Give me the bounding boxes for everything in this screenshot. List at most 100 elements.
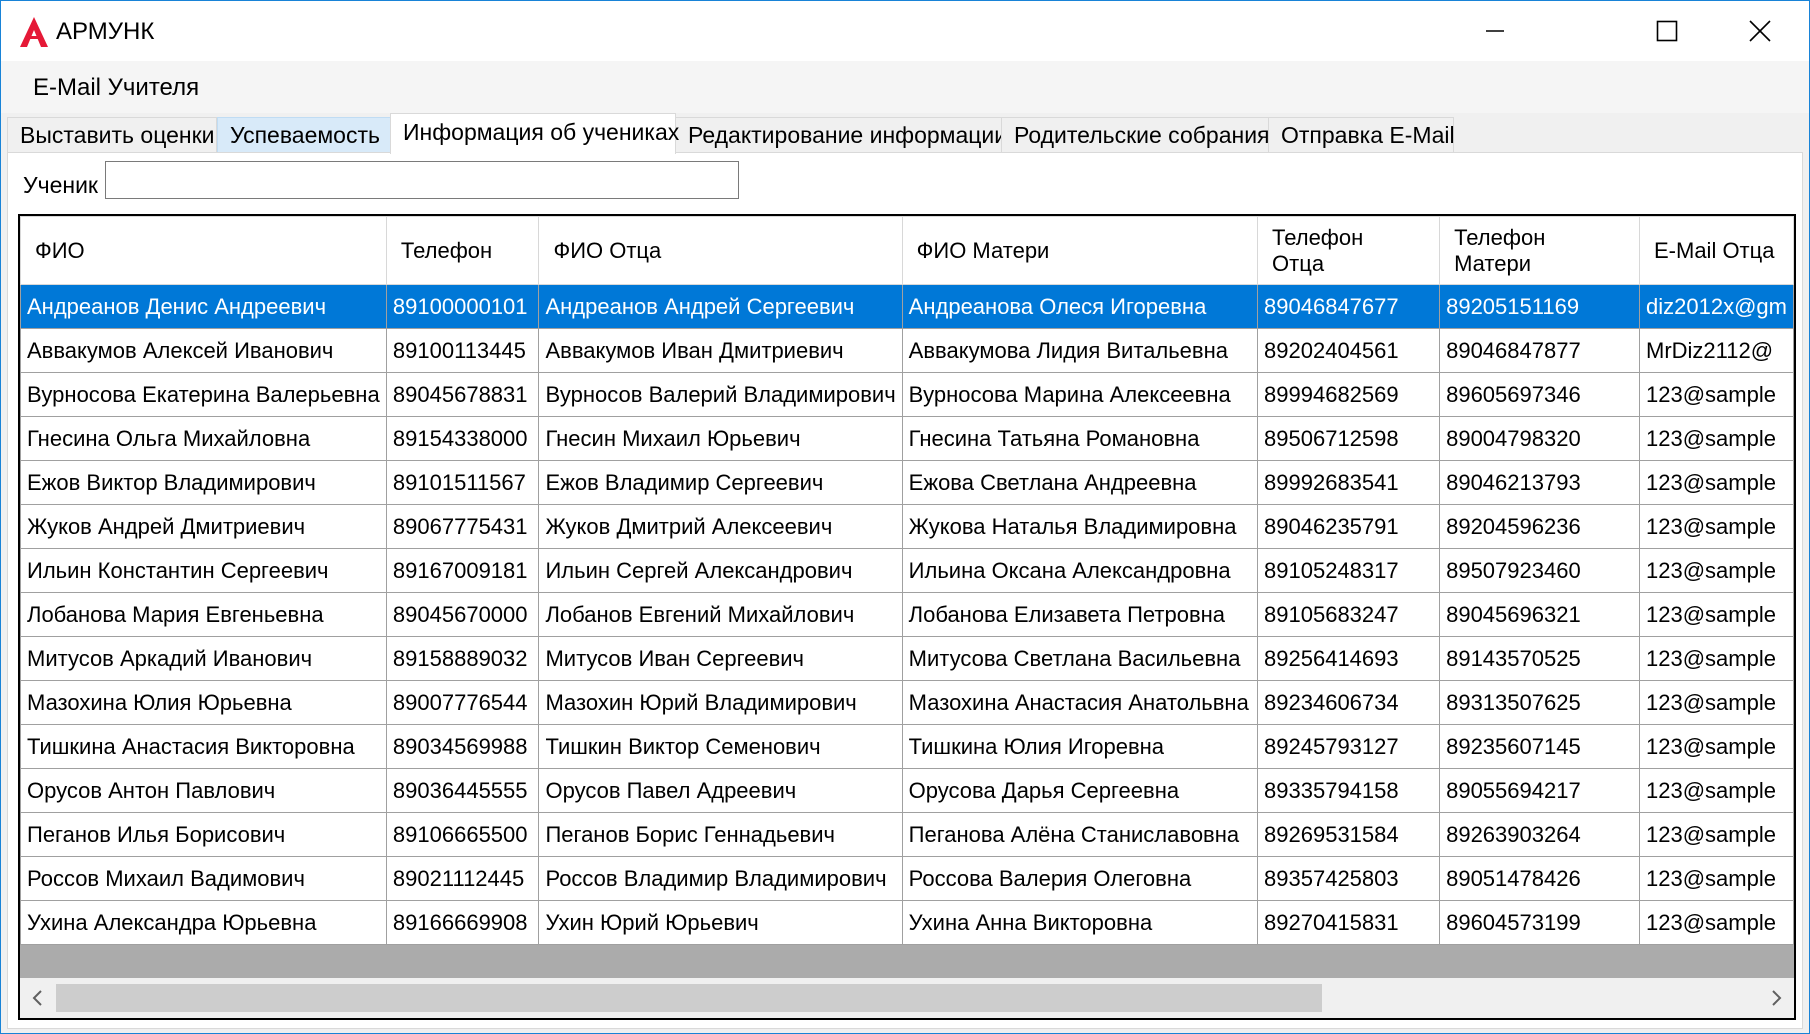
cell-fio[interactable]: Орусов Антон Павлович [20, 768, 387, 813]
cell-mother-fio[interactable]: Мазохина Анастасия Анатольвна [901, 680, 1259, 725]
cell-mother-phone[interactable]: 89235607145 [1439, 724, 1640, 769]
cell-mother-phone[interactable]: 89205151169 [1439, 284, 1640, 329]
cell-fio[interactable]: Ухина Александра Юрьевна [20, 900, 387, 945]
student-search-input[interactable] [105, 161, 739, 199]
cell-father-phone[interactable]: 89269531584 [1257, 812, 1441, 857]
cell-father-fio[interactable]: Россов Владимир Владимирович [538, 856, 903, 901]
column-header-father-phone[interactable]: Телефон Отца [1257, 216, 1441, 285]
cell-father-fio[interactable]: Ильин Сергей Александрович [538, 548, 903, 593]
column-header-mother-fio[interactable]: ФИО Матери [901, 216, 1259, 285]
maximize-button[interactable] [1621, 1, 1713, 61]
table-row[interactable]: Ухина Александра Юрьевна 89166669908 Ухин … [20, 900, 1794, 945]
table-row[interactable]: Ильин Константин Сергеевич 89167009181 Иль… [20, 548, 1794, 593]
column-header-mother-phone[interactable]: Телефон Матери [1439, 216, 1640, 285]
table-row[interactable]: Лобанова Мария Евгеньевна 89045670000 Лоба… [20, 592, 1794, 637]
cell-mother-fio[interactable]: Ухина Анна Викторовна [901, 900, 1259, 945]
minimize-button[interactable] [1449, 1, 1541, 61]
cell-fio[interactable]: Андреанов Денис Андреевич [20, 284, 387, 329]
cell-father-email[interactable]: 123@sample [1639, 812, 1794, 857]
cell-phone[interactable]: 89034569988 [385, 724, 540, 769]
cell-mother-fio[interactable]: Лобанова Елизавета Петровна [901, 592, 1259, 637]
cell-father-fio[interactable]: Жуков Дмитрий Алексеевич [538, 504, 903, 549]
cell-mother-fio[interactable]: Орусова Дарья Сергеевна [901, 768, 1259, 813]
cell-father-email[interactable]: 123@sample [1639, 460, 1794, 505]
cell-phone[interactable]: 89045670000 [385, 592, 540, 637]
cell-phone[interactable]: 89100113445 [385, 328, 540, 373]
cell-phone[interactable]: 89100000101 [385, 284, 540, 329]
cell-father-email[interactable]: 123@sample [1639, 636, 1794, 681]
table-row[interactable]: Пеганов Илья Борисович 89106665500 Пеганов… [20, 812, 1794, 857]
cell-fio[interactable]: Ежов Виктор Владимирович [20, 460, 387, 505]
cell-father-email[interactable]: 123@sample [1639, 724, 1794, 769]
cell-fio[interactable]: Митусов Аркадий Иванович [20, 636, 387, 681]
tab-student-info[interactable]: Информация об учениках [390, 113, 679, 154]
cell-mother-phone[interactable]: 89051478426 [1439, 856, 1640, 901]
cell-father-email[interactable]: MrDiz2112@ [1639, 328, 1794, 373]
cell-father-phone[interactable]: 89506712598 [1257, 416, 1441, 461]
table-row[interactable]: Россов Михаил Вадимович 89021112445 Россов… [20, 856, 1794, 901]
cell-phone[interactable]: 89067775431 [385, 504, 540, 549]
cell-father-phone[interactable]: 89105683247 [1257, 592, 1441, 637]
cell-father-phone[interactable]: 89245793127 [1257, 724, 1441, 769]
cell-father-fio[interactable]: Пеганов Борис Геннадьевич [538, 812, 903, 857]
cell-phone[interactable]: 89036445555 [385, 768, 540, 813]
close-button[interactable] [1714, 1, 1806, 61]
cell-phone[interactable]: 89167009181 [385, 548, 540, 593]
cell-father-fio[interactable]: Мазохин Юрий Владимирович [538, 680, 903, 725]
table-row[interactable]: Орусов Антон Павлович 89036445555 Орусов П… [20, 768, 1794, 813]
cell-mother-fio[interactable]: Тишкина Юлия Игоревна [901, 724, 1259, 769]
cell-fio[interactable]: Ильин Константин Сергеевич [20, 548, 387, 593]
cell-father-fio[interactable]: Аввакумов Иван Дмитриевич [538, 328, 903, 373]
scroll-right-button[interactable] [1758, 978, 1794, 1018]
cell-father-fio[interactable]: Ежов Владимир Сергеевич [538, 460, 903, 505]
cell-mother-phone[interactable]: 89204596236 [1439, 504, 1640, 549]
cell-fio[interactable]: Россов Михаил Вадимович [20, 856, 387, 901]
tab-performance[interactable]: Успеваемость [217, 117, 391, 153]
cell-fio[interactable]: Вурносова Екатерина Валерьевна [20, 372, 387, 417]
table-row[interactable]: Ежов Виктор Владимирович 89101511567 Ежов … [20, 460, 1794, 505]
cell-mother-fio[interactable]: Ильина Оксана Александровна [901, 548, 1259, 593]
cell-father-phone[interactable]: 89202404561 [1257, 328, 1441, 373]
cell-mother-phone[interactable]: 89045696321 [1439, 592, 1640, 637]
cell-father-fio[interactable]: Гнесин Михаил Юрьевич [538, 416, 903, 461]
table-row[interactable]: Вурносова Екатерина Валерьевна 8904567883… [20, 372, 1794, 417]
cell-mother-phone[interactable]: 89004798320 [1439, 416, 1640, 461]
title-bar[interactable]: АРМУНК [1, 1, 1809, 61]
table-row[interactable]: Митусов Аркадий Иванович 89158889032 Митус… [20, 636, 1794, 681]
cell-fio[interactable]: Гнесина Ольга Михайловна [20, 416, 387, 461]
column-header-fio[interactable]: ФИО [20, 216, 387, 285]
cell-mother-fio[interactable]: Ежова Светлана Андреевна [901, 460, 1259, 505]
cell-mother-phone[interactable]: 89046847877 [1439, 328, 1640, 373]
table-row[interactable]: Гнесина Ольга Михайловна 89154338000 Гнеси… [20, 416, 1794, 461]
cell-father-fio[interactable]: Вурносов Валерий Владимирович [538, 372, 903, 417]
cell-father-fio[interactable]: Ухин Юрий Юрьевич [538, 900, 903, 945]
horizontal-scrollbar[interactable] [20, 978, 1794, 1018]
cell-father-email[interactable]: 123@sample [1639, 900, 1794, 945]
cell-father-fio[interactable]: Орусов Павел Адреевич [538, 768, 903, 813]
students-data-grid[interactable]: ФИО Телефон ФИО Отца ФИО Матери Телефон Отца… [18, 214, 1796, 1020]
cell-father-email[interactable]: 123@sample [1639, 768, 1794, 813]
scrollbar-thumb[interactable] [56, 984, 1322, 1012]
cell-father-email[interactable]: 123@sample [1639, 592, 1794, 637]
cell-phone[interactable]: 89166669908 [385, 900, 540, 945]
cell-father-fio[interactable]: Тишкин Виктор Семенович [538, 724, 903, 769]
cell-father-phone[interactable]: 89357425803 [1257, 856, 1441, 901]
scroll-left-button[interactable] [20, 978, 56, 1018]
cell-father-fio[interactable]: Митусов Иван Сергеевич [538, 636, 903, 681]
table-row[interactable]: Тишкина Анастасия Викторовна 89034569988 Т… [20, 724, 1794, 769]
cell-mother-fio[interactable]: Гнесина Татьяна Романовна [901, 416, 1259, 461]
cell-father-phone[interactable]: 89105248317 [1257, 548, 1441, 593]
cell-fio[interactable]: Аввакумов Алексей Иванович [20, 328, 387, 373]
column-header-father-email[interactable]: E-Mail Отца [1639, 216, 1794, 285]
cell-phone[interactable]: 89021112445 [385, 856, 540, 901]
cell-mother-fio[interactable]: Митусова Светлана Васильевна [901, 636, 1259, 681]
cell-father-fio[interactable]: Андреанов Андрей Сергеевич [538, 284, 903, 329]
cell-father-phone[interactable]: 89046847677 [1257, 284, 1441, 329]
cell-fio[interactable]: Жуков Андрей Дмитриевич [20, 504, 387, 549]
cell-fio[interactable]: Пеганов Илья Борисович [20, 812, 387, 857]
cell-phone[interactable]: 89154338000 [385, 416, 540, 461]
cell-fio[interactable]: Мазохина Юлия Юрьевна [20, 680, 387, 725]
table-row[interactable]: Мазохина Юлия Юрьевна 89007776544 Мазохин … [20, 680, 1794, 725]
cell-father-email[interactable]: 123@sample [1639, 856, 1794, 901]
cell-father-fio[interactable]: Лобанов Евгений Михайлович [538, 592, 903, 637]
